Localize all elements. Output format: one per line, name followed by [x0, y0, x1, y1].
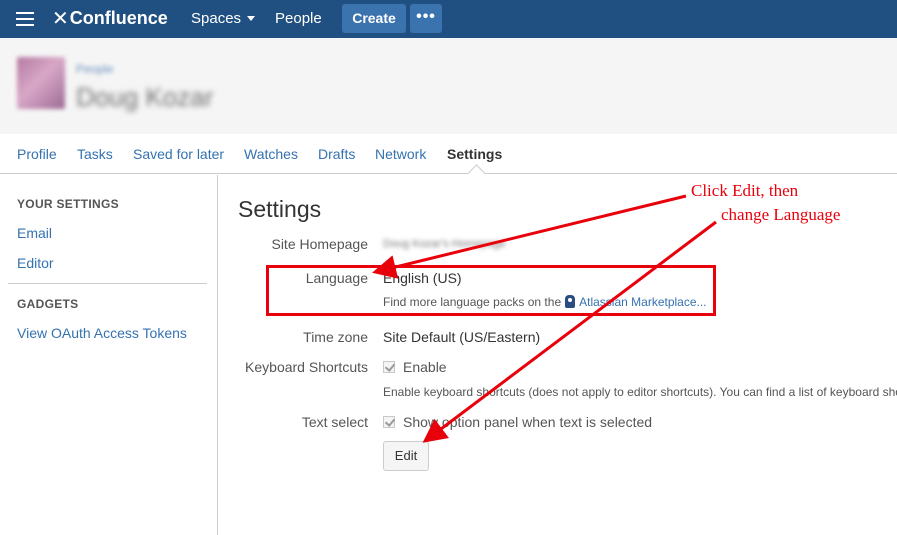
sidebar-divider: [8, 283, 207, 284]
edit-button[interactable]: Edit: [383, 441, 429, 471]
spaces-menu[interactable]: Spaces: [191, 10, 256, 27]
avatar[interactable]: [17, 57, 65, 109]
tab-tasks[interactable]: Tasks: [77, 146, 113, 162]
create-button[interactable]: Create: [342, 4, 406, 33]
chevron-down-icon: [247, 15, 256, 21]
keyboard-shortcuts-label: Keyboard Shortcuts: [245, 359, 368, 375]
keyboard-shortcuts-note: Enable keyboard shortcuts (does not appl…: [383, 385, 897, 399]
timezone-value: Site Default (US/Eastern): [383, 329, 541, 345]
profile-header: People Doug Kozar: [0, 38, 897, 134]
spaces-menu-label: Spaces: [191, 10, 242, 27]
annotation-line-1: Click Edit, then: [691, 181, 799, 200]
top-navigation-bar: ✕ Confluence Spaces People Create •••: [0, 0, 897, 38]
confluence-logo-text: Confluence: [69, 7, 168, 28]
text-select-checkbox: [383, 416, 395, 428]
language-highlight-box: [266, 265, 716, 316]
keyboard-shortcuts-row: Enable: [383, 359, 447, 375]
profile-tabs: Profile Tasks Saved for later Watches Dr…: [0, 134, 897, 174]
tab-network[interactable]: Network: [375, 146, 426, 162]
text-select-label: Text select: [301, 414, 368, 430]
page-title: Settings: [238, 196, 322, 222]
profile-name: Doug Kozar: [76, 82, 214, 112]
text-select-value: Show option panel when text is selected: [403, 414, 653, 430]
more-options-button[interactable]: •••: [410, 4, 442, 33]
site-homepage-label: Site Homepage: [271, 236, 368, 252]
sidebar-item-oauth-tokens[interactable]: View OAuth Access Tokens: [17, 325, 187, 341]
keyboard-shortcuts-checkbox: [383, 361, 395, 373]
arrow-to-language: [372, 194, 687, 279]
keyboard-shortcuts-value: Enable: [403, 359, 447, 375]
tab-watches[interactable]: Watches: [244, 146, 298, 162]
annotation-line-2: change Language: [721, 205, 841, 224]
tab-drafts[interactable]: Drafts: [318, 146, 355, 162]
sidebar-item-email[interactable]: Email: [17, 225, 52, 241]
site-homepage-value: Doug Kozar's Homepage: [383, 238, 506, 250]
people-link[interactable]: People: [275, 10, 322, 27]
tab-profile[interactable]: Profile: [17, 146, 57, 162]
hamburger-icon[interactable]: [16, 12, 34, 26]
tab-saved-for-later[interactable]: Saved for later: [133, 146, 224, 162]
breadcrumb[interactable]: People: [76, 62, 113, 76]
settings-sidebar: YOUR SETTINGS Email Editor GADGETS View …: [0, 175, 218, 535]
gadgets-heading: GADGETS: [17, 297, 79, 311]
your-settings-heading: YOUR SETTINGS: [17, 197, 119, 211]
sidebar-item-editor[interactable]: Editor: [17, 255, 54, 271]
tab-settings[interactable]: Settings: [447, 146, 502, 162]
timezone-label: Time zone: [303, 329, 368, 345]
confluence-logo[interactable]: ✕ Confluence: [52, 6, 168, 30]
confluence-logo-icon: ✕: [52, 6, 69, 30]
text-select-row: Show option panel when text is selected: [383, 414, 652, 430]
